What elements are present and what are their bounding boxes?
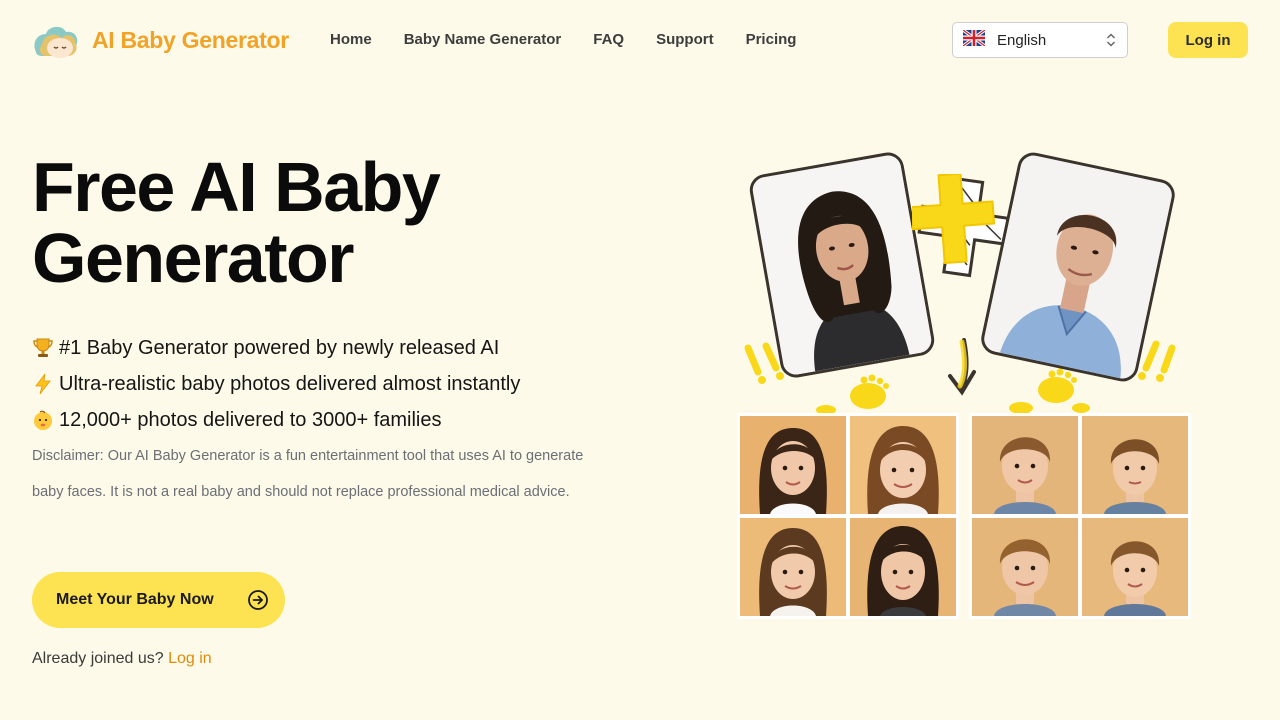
baby-icon: [32, 409, 54, 431]
login-link[interactable]: Log in: [168, 650, 212, 667]
meet-your-baby-button[interactable]: Meet Your Baby Now: [32, 572, 285, 628]
uk-flag-icon: [962, 28, 986, 51]
girl-portrait-icon: [740, 518, 846, 616]
hero-illustration: [736, 149, 1191, 620]
disclaimer-text: Disclaimer: Our AI Baby Generator is a f…: [32, 448, 584, 500]
nav-link-baby-name-generator[interactable]: Baby Name Generator: [404, 31, 562, 48]
arrow-circle-right-icon: [247, 589, 269, 616]
girl-photo-grid: [737, 413, 959, 619]
login-button[interactable]: Log in: [1168, 22, 1248, 58]
generated-baby-photo: [850, 518, 956, 616]
generated-baby-photo: [1082, 518, 1188, 616]
nav-link-faq[interactable]: FAQ: [593, 31, 624, 48]
baby-cloud-logo-icon: [32, 22, 82, 58]
girl-portrait-icon: [850, 416, 956, 514]
boy-photo-grid: [969, 413, 1191, 619]
feature-text: #1 Baby Generator powered by newly relea…: [59, 336, 500, 359]
brand-name: AI Baby Generator: [92, 26, 289, 53]
generated-baby-photo: [972, 518, 1078, 616]
lightning-icon: [32, 373, 54, 395]
girl-portrait-icon: [740, 416, 846, 514]
cta-label: Meet Your Baby Now: [56, 591, 214, 608]
trophy-icon: [32, 337, 54, 359]
already-joined-prompt: Already joined us? Log in: [32, 650, 212, 668]
boy-portrait-icon: [1082, 416, 1188, 514]
chevron-up-down-icon: [1105, 31, 1117, 54]
language-label: English: [997, 31, 1047, 49]
boy-portrait-icon: [1082, 518, 1188, 616]
main-nav: Home Baby Name Generator FAQ Support Pri…: [330, 31, 796, 48]
feature-list: #1 Baby Generator powered by newly relea…: [32, 330, 520, 438]
generated-baby-photo: [850, 416, 956, 514]
boy-portrait-icon: [972, 416, 1078, 514]
language-select[interactable]: English: [952, 22, 1128, 58]
feature-text: Ultra-realistic baby photos delivered al…: [59, 372, 521, 395]
nav-link-support[interactable]: Support: [656, 31, 714, 48]
brand-logo[interactable]: AI Baby Generator: [32, 22, 289, 58]
boy-portrait-icon: [972, 518, 1078, 616]
feature-item: #1 Baby Generator powered by newly relea…: [32, 330, 520, 366]
generated-baby-photo: [972, 416, 1078, 514]
feature-item: 12,000+ photos delivered to 3000+ famili…: [32, 402, 520, 438]
top-navbar: AI Baby Generator Home Baby Name Generat…: [0, 0, 1280, 80]
feature-text: 12,000+ photos delivered to 3000+ famili…: [59, 408, 442, 431]
feature-item: Ultra-realistic baby photos delivered al…: [32, 366, 520, 402]
page-title: Free AI Baby Generator: [32, 148, 441, 297]
joined-text: Already joined us?: [32, 650, 164, 667]
generated-baby-photo: [740, 518, 846, 616]
generated-baby-photo: [1082, 416, 1188, 514]
generated-baby-photo: [740, 416, 846, 514]
girl-portrait-icon: [850, 518, 956, 616]
nav-link-pricing[interactable]: Pricing: [746, 31, 797, 48]
nav-link-home[interactable]: Home: [330, 31, 372, 48]
